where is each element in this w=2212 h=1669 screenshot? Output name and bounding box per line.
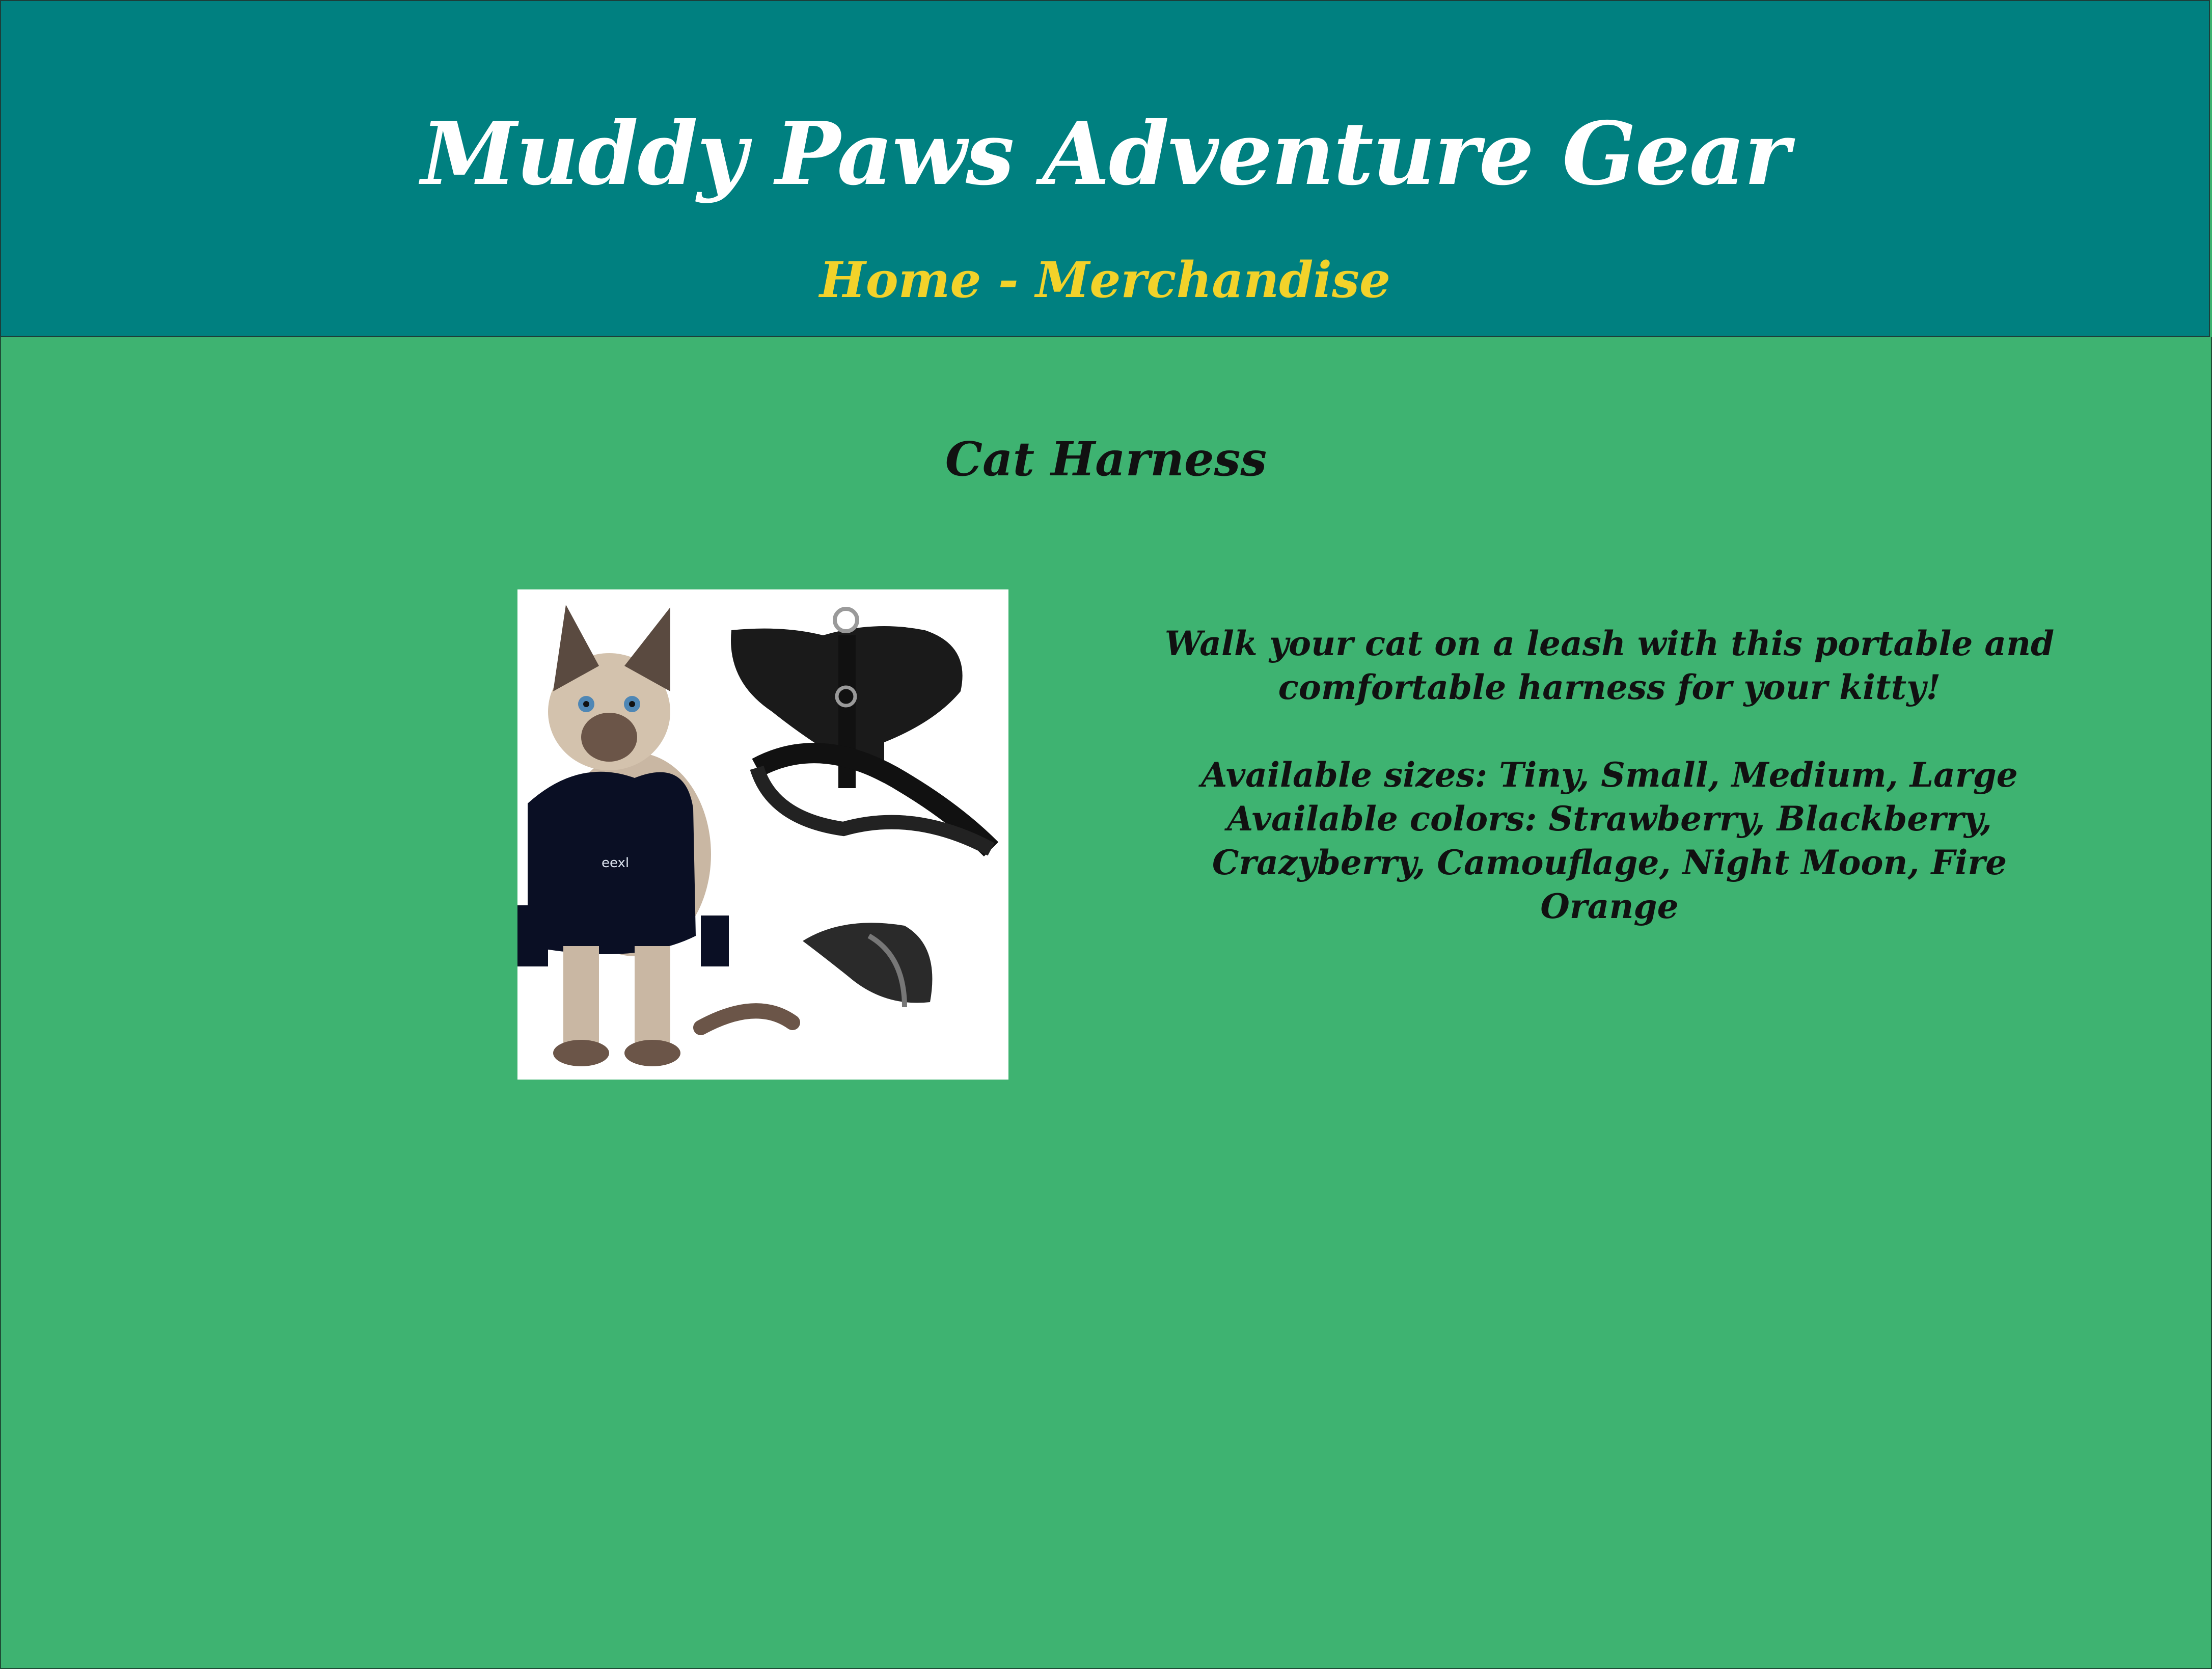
nav-link-home[interactable]: Home	[820, 251, 981, 309]
site-header: Muddy Paws Adventure Gear Home - Merchan…	[0, 0, 2210, 337]
breadcrumb-nav: Home - Merchandise	[1, 256, 2209, 305]
nav-link-merchandise[interactable]: Merchandise	[1035, 251, 1390, 309]
available-sizes: Available sizes: Tiny, Small, Medium, La…	[1201, 755, 2018, 795]
site-title: Muddy Paws Adventure Gear	[421, 103, 1790, 205]
main-content	[0, 337, 2212, 1669]
cat-harness-photo: eexl	[517, 605, 999, 1066]
nav-separator: -	[981, 251, 1036, 309]
description-text: Walk your cat on a leash with this porta…	[1164, 624, 2055, 707]
available-colors: Available colors: Strawberry, Blackberry…	[1212, 799, 2007, 926]
product-title: Cat Harness	[945, 432, 1267, 487]
product-image: eexl	[517, 589, 1008, 1080]
svg-text:eexl: eexl	[602, 855, 629, 871]
product-description: Walk your cat on a leash with this porta…	[1141, 622, 2078, 928]
